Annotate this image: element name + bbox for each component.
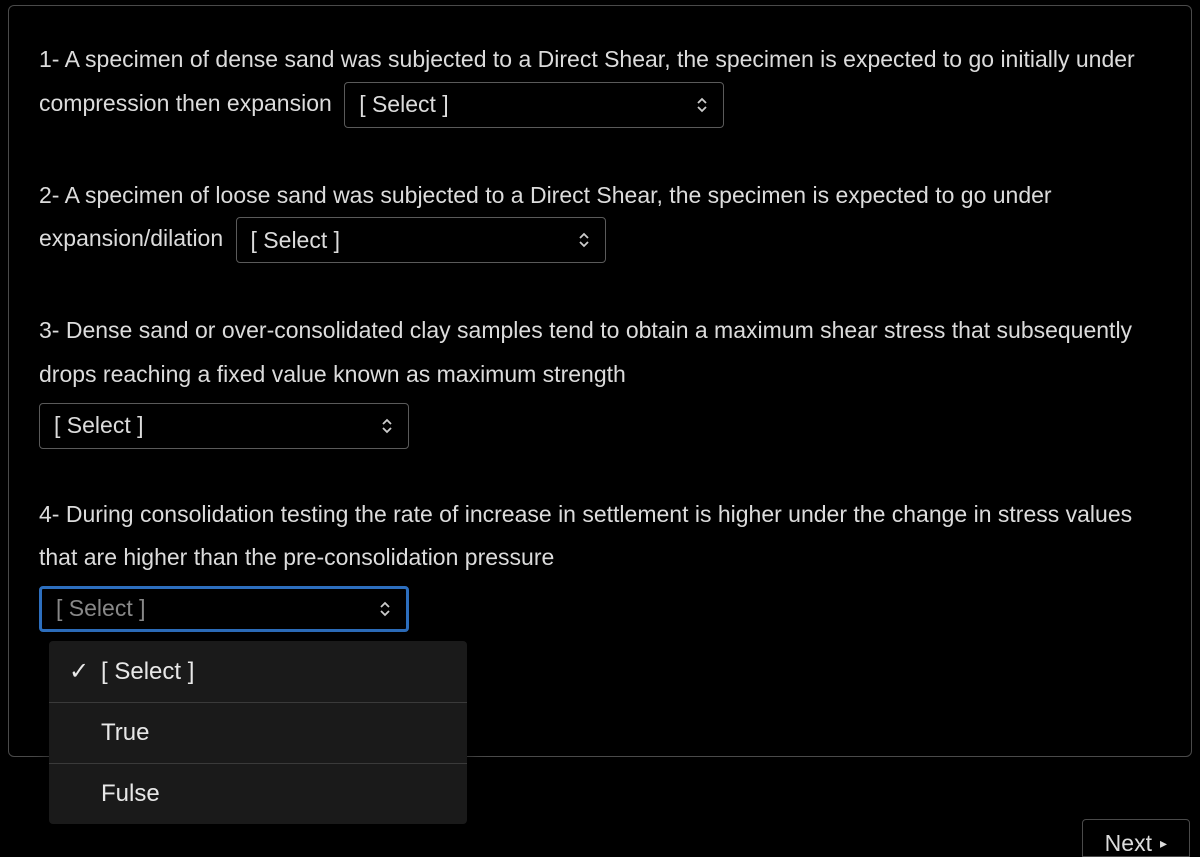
question-1: 1- A specimen of dense sand was subjecte… <box>39 38 1161 128</box>
dropdown-option-true[interactable]: True <box>49 703 467 764</box>
question-1-select[interactable]: [ Select ] <box>344 82 724 128</box>
chevron-up-down-icon <box>380 417 394 435</box>
dropdown-option-select[interactable]: ✓ [ Select ] <box>49 641 467 703</box>
select-label: [ Select ] <box>56 587 145 631</box>
question-2: 2- A specimen of loose sand was subjecte… <box>39 174 1161 264</box>
dropdown-menu: ✓ [ Select ] True Fulse <box>49 641 467 824</box>
chevron-up-down-icon <box>695 96 709 114</box>
question-2-select[interactable]: [ Select ] <box>236 217 606 263</box>
next-button[interactable]: Next ▸ <box>1082 819 1190 857</box>
question-4-text: 4- During consolidation testing the rate… <box>39 501 1132 571</box>
arrow-right-icon: ▸ <box>1160 835 1167 852</box>
question-3: 3- Dense sand or over-consolidated clay … <box>39 309 1161 448</box>
question-4: 4- During consolidation testing the rate… <box>39 493 1161 632</box>
next-label: Next <box>1105 830 1152 857</box>
chevron-up-down-icon <box>378 600 392 618</box>
dropdown-label: [ Select ] <box>101 658 194 686</box>
question-4-select[interactable]: [ Select ] <box>39 586 409 632</box>
dropdown-option-fulse[interactable]: Fulse <box>49 764 467 824</box>
dropdown-label: Fulse <box>101 780 160 808</box>
select-label: [ Select ] <box>359 83 448 127</box>
question-3-select[interactable]: [ Select ] <box>39 403 409 449</box>
dropdown-label: True <box>101 719 149 747</box>
select-label: [ Select ] <box>54 404 143 448</box>
chevron-up-down-icon <box>577 231 591 249</box>
check-icon: ✓ <box>69 657 101 686</box>
question-3-text: 3- Dense sand or over-consolidated clay … <box>39 317 1132 387</box>
select-label: [ Select ] <box>251 219 340 263</box>
